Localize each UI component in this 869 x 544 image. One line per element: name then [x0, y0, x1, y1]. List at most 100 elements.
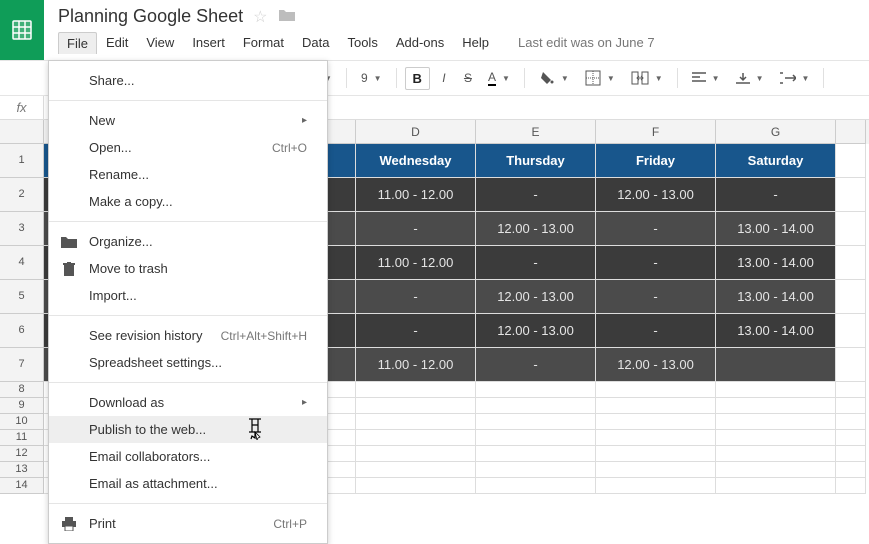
cell[interactable]: - [356, 314, 476, 348]
menu-item-email-attachment[interactable]: Email as attachment... [49, 470, 327, 497]
cell[interactable] [476, 430, 596, 446]
cell[interactable]: - [476, 178, 596, 212]
column-header-g[interactable]: G [716, 120, 836, 144]
cell[interactable]: 12.00 - 13.00 [476, 212, 596, 246]
cell[interactable] [476, 478, 596, 494]
row-header[interactable]: 7 [0, 348, 44, 382]
cell[interactable]: - [596, 280, 716, 314]
cell[interactable]: 12.00 - 13.00 [476, 280, 596, 314]
cell[interactable]: 13.00 - 14.00 [716, 314, 836, 348]
cell[interactable]: 11.00 - 12.00 [356, 348, 476, 382]
cell[interactable] [836, 246, 866, 280]
cell[interactable] [836, 446, 866, 462]
cell[interactable]: 13.00 - 14.00 [716, 280, 836, 314]
menu-view[interactable]: View [137, 31, 183, 54]
row-header[interactable]: 14 [0, 478, 44, 494]
menu-item-new[interactable]: New▸ [49, 107, 327, 134]
cell[interactable]: 11.00 - 12.00 [356, 246, 476, 280]
cell[interactable]: Saturday [716, 144, 836, 178]
menu-tools[interactable]: Tools [338, 31, 386, 54]
cell[interactable] [476, 398, 596, 414]
menu-item-rename[interactable]: Rename... [49, 161, 327, 188]
cell[interactable] [716, 446, 836, 462]
cell[interactable] [836, 212, 866, 246]
cell[interactable] [596, 478, 716, 494]
horizontal-align-button[interactable]: ▼ [686, 68, 726, 88]
cell[interactable]: - [356, 280, 476, 314]
menu-item-make-copy[interactable]: Make a copy... [49, 188, 327, 215]
column-header-f[interactable]: F [596, 120, 716, 144]
row-header[interactable]: 2 [0, 178, 44, 212]
cell[interactable] [476, 414, 596, 430]
document-title[interactable]: Planning Google Sheet [58, 6, 243, 27]
cell[interactable] [836, 382, 866, 398]
cell[interactable] [596, 414, 716, 430]
cell[interactable]: 12.00 - 13.00 [476, 314, 596, 348]
cell[interactable] [836, 144, 866, 178]
cell[interactable] [716, 348, 836, 382]
cell[interactable] [476, 382, 596, 398]
menu-insert[interactable]: Insert [183, 31, 234, 54]
menu-item-publish-to-web[interactable]: Publish to the web... [49, 416, 327, 443]
cell[interactable] [836, 348, 866, 382]
cell[interactable]: - [596, 314, 716, 348]
cell[interactable] [836, 280, 866, 314]
cell[interactable]: 12.00 - 13.00 [596, 348, 716, 382]
menu-item-share[interactable]: Share... [49, 67, 327, 94]
menu-item-open[interactable]: Open...Ctrl+O [49, 134, 327, 161]
menu-item-revision-history[interactable]: See revision historyCtrl+Alt+Shift+H [49, 322, 327, 349]
row-header[interactable]: 9 [0, 398, 44, 414]
cell[interactable] [356, 478, 476, 494]
cell[interactable] [356, 414, 476, 430]
cell[interactable] [836, 178, 866, 212]
row-header[interactable]: 1 [0, 144, 44, 178]
select-all-corner[interactable] [0, 120, 44, 144]
menu-file[interactable]: File [58, 32, 97, 54]
column-header-e[interactable]: E [476, 120, 596, 144]
menu-edit[interactable]: Edit [97, 31, 137, 54]
menu-data[interactable]: Data [293, 31, 338, 54]
text-wrap-button[interactable]: ▼ [774, 68, 816, 88]
cell[interactable]: - [596, 212, 716, 246]
cell[interactable] [716, 430, 836, 446]
cell[interactable] [836, 462, 866, 478]
cell[interactable] [356, 382, 476, 398]
cell[interactable]: Friday [596, 144, 716, 178]
menu-item-organize[interactable]: Organize... [49, 228, 327, 255]
cell[interactable] [596, 382, 716, 398]
cell[interactable] [716, 382, 836, 398]
borders-button[interactable]: ▼ [579, 66, 621, 90]
cell[interactable] [716, 462, 836, 478]
fill-color-button[interactable]: ▼ [533, 66, 575, 90]
menu-addons[interactable]: Add-ons [387, 31, 453, 54]
cell[interactable]: 11.00 - 12.00 [356, 178, 476, 212]
menu-help[interactable]: Help [453, 31, 498, 54]
row-header[interactable]: 11 [0, 430, 44, 446]
cell[interactable] [716, 398, 836, 414]
cell[interactable] [596, 446, 716, 462]
cell[interactable]: - [356, 212, 476, 246]
cell[interactable] [596, 398, 716, 414]
text-color-button[interactable]: A▼ [482, 66, 516, 90]
cell[interactable]: - [596, 246, 716, 280]
menu-item-email-collaborators[interactable]: Email collaborators... [49, 443, 327, 470]
star-icon[interactable]: ☆ [253, 7, 267, 27]
row-header[interactable]: 13 [0, 462, 44, 478]
cell[interactable] [596, 430, 716, 446]
column-header-h[interactable] [836, 120, 866, 144]
cell[interactable]: Wednesday [356, 144, 476, 178]
menu-item-print[interactable]: PrintCtrl+P [49, 510, 327, 537]
cell[interactable] [716, 478, 836, 494]
cell[interactable] [836, 478, 866, 494]
menu-item-download-as[interactable]: Download as▸ [49, 389, 327, 416]
cell[interactable] [836, 430, 866, 446]
cell[interactable] [476, 446, 596, 462]
row-header[interactable]: 8 [0, 382, 44, 398]
row-header[interactable]: 4 [0, 246, 44, 280]
folder-icon[interactable] [278, 8, 296, 26]
cell[interactable] [476, 462, 596, 478]
cell[interactable] [356, 430, 476, 446]
font-size-selector[interactable]: 9▼ [355, 67, 388, 89]
row-header[interactable]: 10 [0, 414, 44, 430]
column-header-d[interactable]: D [356, 120, 476, 144]
